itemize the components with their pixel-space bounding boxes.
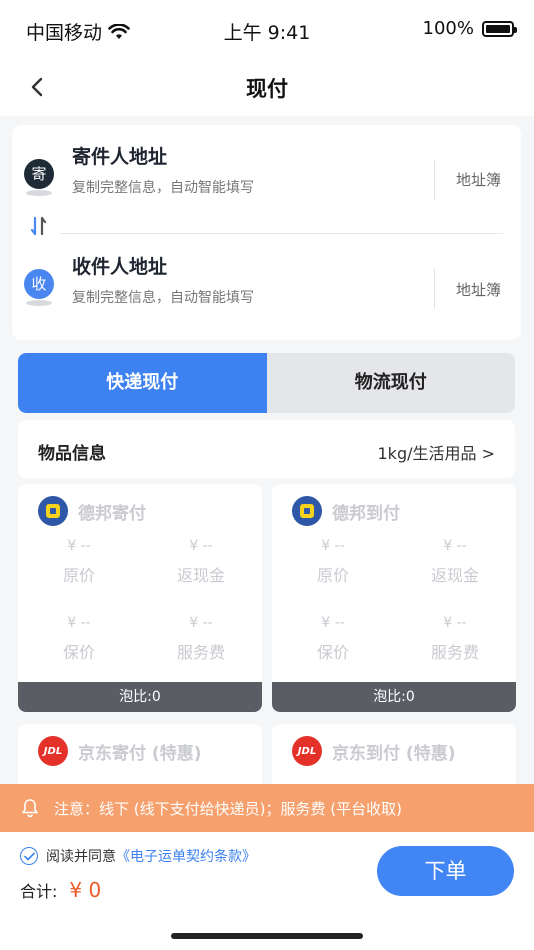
- jd-logo-icon: JDL: [38, 736, 68, 766]
- price-cell: ¥ -- 服务费: [430, 615, 479, 662]
- status-bar: 中国移动 上午 9:41 100%: [0, 0, 534, 58]
- bell-icon: [22, 799, 38, 818]
- battery-percent: 100%: [422, 18, 474, 39]
- total-row: 合计: ¥ 0: [20, 878, 101, 902]
- carrier-name: 德邦到付: [332, 503, 400, 524]
- goods-info-label: 物品信息: [38, 444, 106, 464]
- price-cell: ¥ -- 服务费: [176, 615, 225, 662]
- carrier-card-debang-send[interactable]: 德邦寄付 ¥ -- 原价 ¥ -- 返现金 ¥ -- 保价 ¥ -- 服务费 泡比:0: [18, 484, 262, 712]
- sender-badge: 寄: [24, 159, 54, 196]
- goods-info-row[interactable]: 物品信息 1kg/生活用品 >: [18, 420, 515, 478]
- sender-address-book-button[interactable]: 地址簿: [456, 169, 501, 190]
- tab-express-prepaid[interactable]: 快递现付: [18, 353, 267, 413]
- agreement-row: 阅读并同意 《电子运单契约条款》: [20, 846, 256, 866]
- receiver-badge-label: 收: [24, 269, 54, 299]
- tab-logistics-prepaid[interactable]: 物流现付: [267, 353, 516, 413]
- carrier-name: 京东寄付 (特惠): [78, 743, 202, 764]
- total-amount: ¥ 0: [69, 878, 102, 902]
- notice-text: 注意：线下 (线下支付给快递员)；服务费 (平台收取): [54, 799, 402, 818]
- price-cell: ¥ -- 原价: [316, 538, 349, 585]
- volume-ratio: 泡比:0: [18, 682, 262, 712]
- bottom-bar: 阅读并同意 《电子运单契约条款》 合计: ¥ 0 下单: [0, 832, 534, 950]
- receiver-address-book-button[interactable]: 地址簿: [456, 279, 501, 300]
- price-cell: ¥ -- 原价: [62, 538, 95, 585]
- carrier-name: 京东到付 (特惠): [332, 743, 456, 764]
- address-card: 寄 寄件人地址 复制完整信息，自动智能填写 地址簿 收 收件人地址 复制完整信息…: [12, 125, 521, 340]
- contract-terms-link[interactable]: 《电子运单契约条款》: [116, 846, 256, 866]
- receiver-address-row[interactable]: 收 收件人地址 复制完整信息，自动智能填写 地址簿: [12, 247, 521, 327]
- debang-logo-icon: [38, 496, 68, 526]
- debang-logo-icon: [292, 496, 322, 526]
- place-order-button[interactable]: 下单: [377, 846, 514, 896]
- goods-info-value: 1kg/生活用品 >: [377, 444, 496, 463]
- price-cell: ¥ -- 返现金: [176, 538, 225, 585]
- sender-address-row[interactable]: 寄 寄件人地址 复制完整信息，自动智能填写 地址簿: [12, 137, 521, 217]
- agree-prefix: 阅读并同意: [46, 849, 116, 865]
- receiver-title: 收件人地址: [72, 256, 168, 278]
- battery-status: 100%: [422, 18, 517, 39]
- price-cell: ¥ -- 返现金: [430, 538, 479, 585]
- check-icon: [23, 852, 35, 860]
- sender-badge-label: 寄: [24, 159, 54, 189]
- agree-checkbox[interactable]: [20, 847, 38, 865]
- battery-icon: [482, 20, 517, 37]
- carrier-name: 德邦寄付: [78, 503, 146, 524]
- swap-icon[interactable]: [28, 215, 50, 237]
- divider: [60, 233, 503, 234]
- volume-ratio: 泡比:0: [272, 682, 516, 712]
- payment-type-tabs: 快递现付 物流现付: [18, 353, 515, 413]
- total-label: 合计:: [20, 882, 58, 901]
- receiver-badge: 收: [24, 269, 54, 306]
- sender-title: 寄件人地址: [72, 146, 168, 168]
- home-indicator: [171, 933, 363, 939]
- nav-bar: 现付: [0, 58, 534, 116]
- price-cell: ¥ -- 保价: [62, 615, 95, 662]
- divider: [434, 269, 435, 309]
- sender-subtitle: 复制完整信息，自动智能填写: [72, 180, 254, 196]
- receiver-subtitle: 复制完整信息，自动智能填写: [72, 290, 254, 306]
- jd-logo-icon: JDL: [292, 736, 322, 766]
- divider: [434, 159, 435, 199]
- carrier-card-debang-collect[interactable]: 德邦到付 ¥ -- 原价 ¥ -- 返现金 ¥ -- 保价 ¥ -- 服务费 泡比:0: [272, 484, 516, 712]
- notice-bar: 注意：线下 (线下支付给快递员)；服务费 (平台收取): [0, 784, 534, 832]
- page-title: 现付: [246, 77, 288, 101]
- price-cell: ¥ -- 保价: [316, 615, 349, 662]
